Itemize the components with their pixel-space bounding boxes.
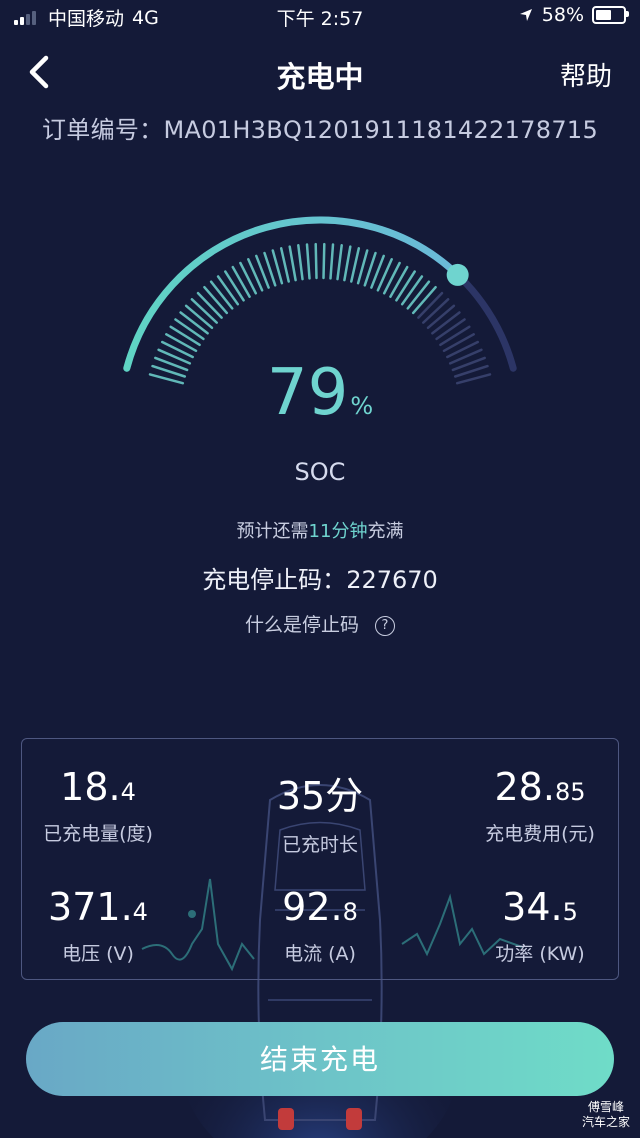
gauge-tick: [216, 275, 240, 306]
gauge-tick: [239, 261, 258, 295]
end-charging-button[interactable]: 结束充电: [26, 1022, 614, 1096]
gauge-tick: [179, 311, 209, 335]
current-stat: 92.8 电流 (A): [220, 885, 420, 966]
gauge-tick: [196, 291, 223, 319]
gauge-tick: [288, 245, 297, 282]
gauge-tick: [426, 304, 456, 330]
soc-unit: %: [350, 392, 374, 420]
gauge-tick: [435, 318, 466, 341]
power-label: 功率 (KW): [495, 943, 585, 965]
current-label: 电流 (A): [284, 943, 356, 965]
duration-label: 已充时长: [281, 834, 358, 856]
gauge-tick: [422, 298, 450, 324]
gauge-tick: [395, 270, 416, 302]
remain-suffix: 充满: [367, 521, 404, 542]
cost-value: 28.85: [494, 765, 586, 809]
gauge-tick: [279, 247, 290, 283]
gauge-tick: [169, 325, 201, 347]
watermark: 傅雪峰 汽车之家: [581, 1100, 630, 1129]
gauge-tick: [350, 247, 361, 283]
gauge-tick: [336, 244, 343, 281]
gauge-tick: [382, 261, 401, 295]
voltage-stat: 371.4 电压 (V): [22, 885, 198, 966]
gauge-tick: [322, 242, 326, 280]
what-is-label: 什么是停止码: [244, 614, 359, 636]
gauge-tick: [184, 304, 214, 330]
stop-code-label: 充电停止码：: [202, 566, 347, 594]
gauge-tick: [389, 265, 409, 298]
gauge-tick: [231, 265, 251, 298]
energy-value: 18.4: [60, 765, 136, 809]
current-value: 92.8: [282, 885, 358, 929]
gauge-tick: [439, 325, 471, 347]
gauge-tick: [224, 270, 245, 302]
what-is-stop-code-link[interactable]: 什么是停止码?: [0, 610, 640, 637]
duration-stat: 35分 已充时长: [220, 765, 420, 857]
cost-stat: 28.85 充电费用(元): [440, 765, 618, 846]
charging-stats-card: 18.4 已充电量(度) 35分 已充时长 28.85 充电费用(元) 371.…: [21, 738, 619, 980]
remaining-time: 预计还需11分钟充满: [0, 517, 640, 543]
gauge-tick: [406, 280, 431, 310]
energy-label: 已充电量(度): [43, 823, 153, 845]
gauge-tick: [203, 285, 229, 315]
cost-label: 充电费用(元): [485, 823, 595, 845]
power-value: 34.5: [502, 885, 578, 929]
soc-value: 79%: [0, 356, 640, 430]
duration-value: 35分: [276, 774, 364, 818]
gauge-tick: [442, 333, 475, 353]
gauge-tick: [343, 245, 352, 282]
gauge-tick: [209, 280, 234, 310]
gauge-tick: [400, 275, 424, 306]
gauge-tick: [174, 318, 205, 341]
stop-code-value: 227670: [346, 566, 438, 594]
gauge-tick: [329, 243, 335, 280]
gauge-tick: [165, 333, 198, 353]
gauge-tick: [446, 340, 480, 359]
voltage-value: 371.4: [48, 885, 148, 929]
stop-code: 充电停止码：227670: [0, 560, 640, 595]
gauge-tick: [314, 242, 318, 280]
gauge-tick: [160, 340, 194, 359]
charging-screen: 中国移动 4G 下午 2:57 58% 充电中 帮助 订单编号：MA01H3BQ…: [0, 0, 640, 1138]
gauge-tick: [297, 244, 304, 281]
gauge-tick: [431, 311, 461, 335]
soc-label: SOC: [294, 458, 346, 486]
soc-number: 79: [266, 356, 349, 430]
soc-gauge: [123, 216, 517, 385]
voltage-label: 电压 (V): [62, 943, 134, 965]
gauge-tick: [305, 243, 311, 280]
question-circle-icon[interactable]: ?: [375, 616, 395, 636]
gauge-tick: [417, 291, 444, 319]
remain-prefix: 预计还需: [236, 521, 309, 542]
gauge-tick: [190, 298, 218, 324]
power-stat: 34.5 功率 (KW): [440, 885, 618, 966]
gauge-tick: [411, 285, 437, 315]
energy-stat: 18.4 已充电量(度): [22, 765, 198, 846]
gauge-knob: [446, 263, 469, 286]
remain-time: 11分钟: [308, 521, 368, 542]
